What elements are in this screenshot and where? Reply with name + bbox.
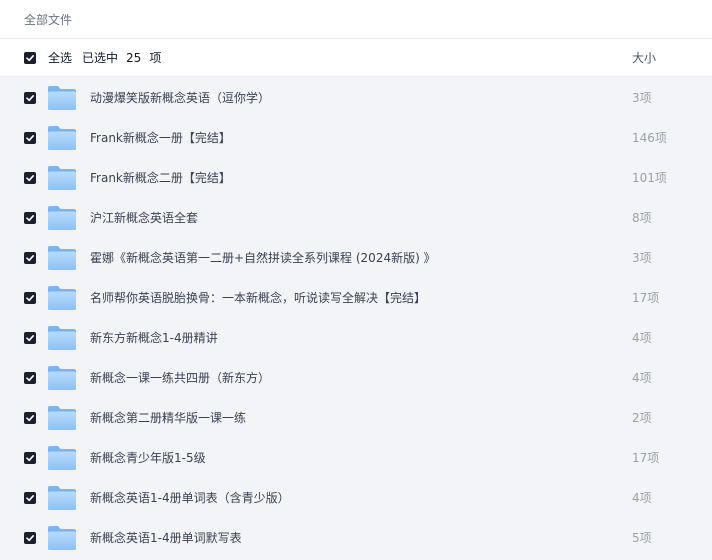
file-size: 3项 [632,251,652,265]
folder-icon [48,246,76,270]
file-name[interactable]: Frank新概念二册【完结】 [90,158,231,198]
row-checkbox[interactable] [24,532,36,544]
list-header: 全选 已选中 25 项 大小 [0,39,712,77]
file-name[interactable]: 霍娜《新概念英语第一二册+自然拼读全系列课程 (2024新版) 》 [90,238,436,278]
breadcrumb: 全部文件 [0,0,712,39]
row-checkbox[interactable] [24,132,36,144]
file-size: 101项 [632,171,667,185]
file-row[interactable]: 新概念英语1-4册单词表（含青少版） 4项 [0,478,712,518]
file-name[interactable]: 新概念英语1-4册单词默写表 [90,518,242,558]
checkmark-icon [26,255,34,262]
row-checkbox[interactable] [24,412,36,424]
file-row[interactable]: 新概念青少年版1-5级 17项 [0,438,712,478]
file-size: 17项 [632,291,660,305]
file-name[interactable]: 沪江新概念英语全套 [90,198,198,238]
file-name[interactable]: 新概念英语1-4册单词表（含青少版） [90,478,290,518]
row-checkbox[interactable] [24,452,36,464]
file-name[interactable]: 新概念青少年版1-5级 [90,438,206,478]
file-row[interactable]: 名师帮你英语脱胎换骨：一本新概念，听说读写全解决【完结】 17项 [0,278,712,318]
checkmark-icon [26,295,34,302]
file-size: 2项 [632,411,652,425]
folder-icon [48,326,76,350]
folder-icon [48,446,76,470]
size-column-header[interactable]: 大小 [632,49,656,66]
checkmark-icon [26,54,34,61]
file-size: 4项 [632,371,652,385]
file-size: 4项 [632,331,652,345]
file-size: 146项 [632,131,667,145]
row-checkbox[interactable] [24,252,36,264]
file-row[interactable]: 新概念英语1-4册单词默写表 5项 [0,518,712,558]
checkmark-icon [26,535,34,542]
folder-icon [48,166,76,190]
checkmark-icon [26,335,34,342]
file-size: 4项 [632,491,652,505]
file-size: 3项 [632,91,652,105]
selected-count: 25 [126,51,142,65]
row-checkbox[interactable] [24,292,36,304]
folder-icon [48,406,76,430]
checkmark-icon [26,495,34,502]
file-list: 动漫爆笑版新概念英语（逗你学） 3项 Frank新概念一册【完结】 146项 F… [0,78,712,558]
selected-suffix: 项 [149,51,162,65]
row-checkbox[interactable] [24,212,36,224]
file-name[interactable]: Frank新概念一册【完结】 [90,118,231,158]
file-name[interactable]: 名师帮你英语脱胎换骨：一本新概念，听说读写全解决【完结】 [90,278,426,318]
select-all-label[interactable]: 全选 [48,51,72,65]
folder-icon [48,366,76,390]
selected-prefix: 已选中 [82,51,119,65]
file-row[interactable]: Frank新概念一册【完结】 146项 [0,118,712,158]
row-checkbox[interactable] [24,92,36,104]
file-row[interactable]: 沪江新概念英语全套 8项 [0,198,712,238]
file-row[interactable]: 新概念一课一练共四册（新东方） 4项 [0,358,712,398]
folder-icon [48,526,76,550]
file-row[interactable]: 动漫爆笑版新概念英语（逗你学） 3项 [0,78,712,118]
row-checkbox[interactable] [24,172,36,184]
checkmark-icon [26,455,34,462]
file-manager: 全部文件 全选 已选中 25 项 大小 动漫爆笑版新概念英语（逗你学） 3项 F… [0,0,712,560]
file-row[interactable]: 新东方新概念1-4册精讲 4项 [0,318,712,358]
selection-summary: 全选 已选中 25 项 [48,49,161,66]
file-name[interactable]: 新概念第二册精华版一课一练 [90,398,246,438]
file-row[interactable]: Frank新概念二册【完结】 101项 [0,158,712,198]
breadcrumb-root[interactable]: 全部文件 [24,11,72,28]
file-row[interactable]: 霍娜《新概念英语第一二册+自然拼读全系列课程 (2024新版) 》 3项 [0,238,712,278]
file-row[interactable]: 新概念第二册精华版一课一练 2项 [0,398,712,438]
folder-icon [48,126,76,150]
file-name[interactable]: 动漫爆笑版新概念英语（逗你学） [90,78,270,118]
select-all-checkbox[interactable] [24,51,36,64]
checkmark-icon [26,215,34,222]
row-checkbox[interactable] [24,372,36,384]
row-checkbox[interactable] [24,332,36,344]
folder-icon [48,86,76,110]
file-size: 8项 [632,211,652,225]
folder-icon [48,206,76,230]
checkmark-icon [26,175,34,182]
folder-icon [48,286,76,310]
checkmark-icon [26,135,34,142]
file-name[interactable]: 新东方新概念1-4册精讲 [90,318,218,358]
file-size: 17项 [632,451,660,465]
folder-icon [48,486,76,510]
checkmark-icon [26,415,34,422]
file-name[interactable]: 新概念一课一练共四册（新东方） [90,358,270,398]
file-size: 5项 [632,531,652,545]
checkmark-icon [26,95,34,102]
checkmark-icon [26,375,34,382]
row-checkbox[interactable] [24,492,36,504]
